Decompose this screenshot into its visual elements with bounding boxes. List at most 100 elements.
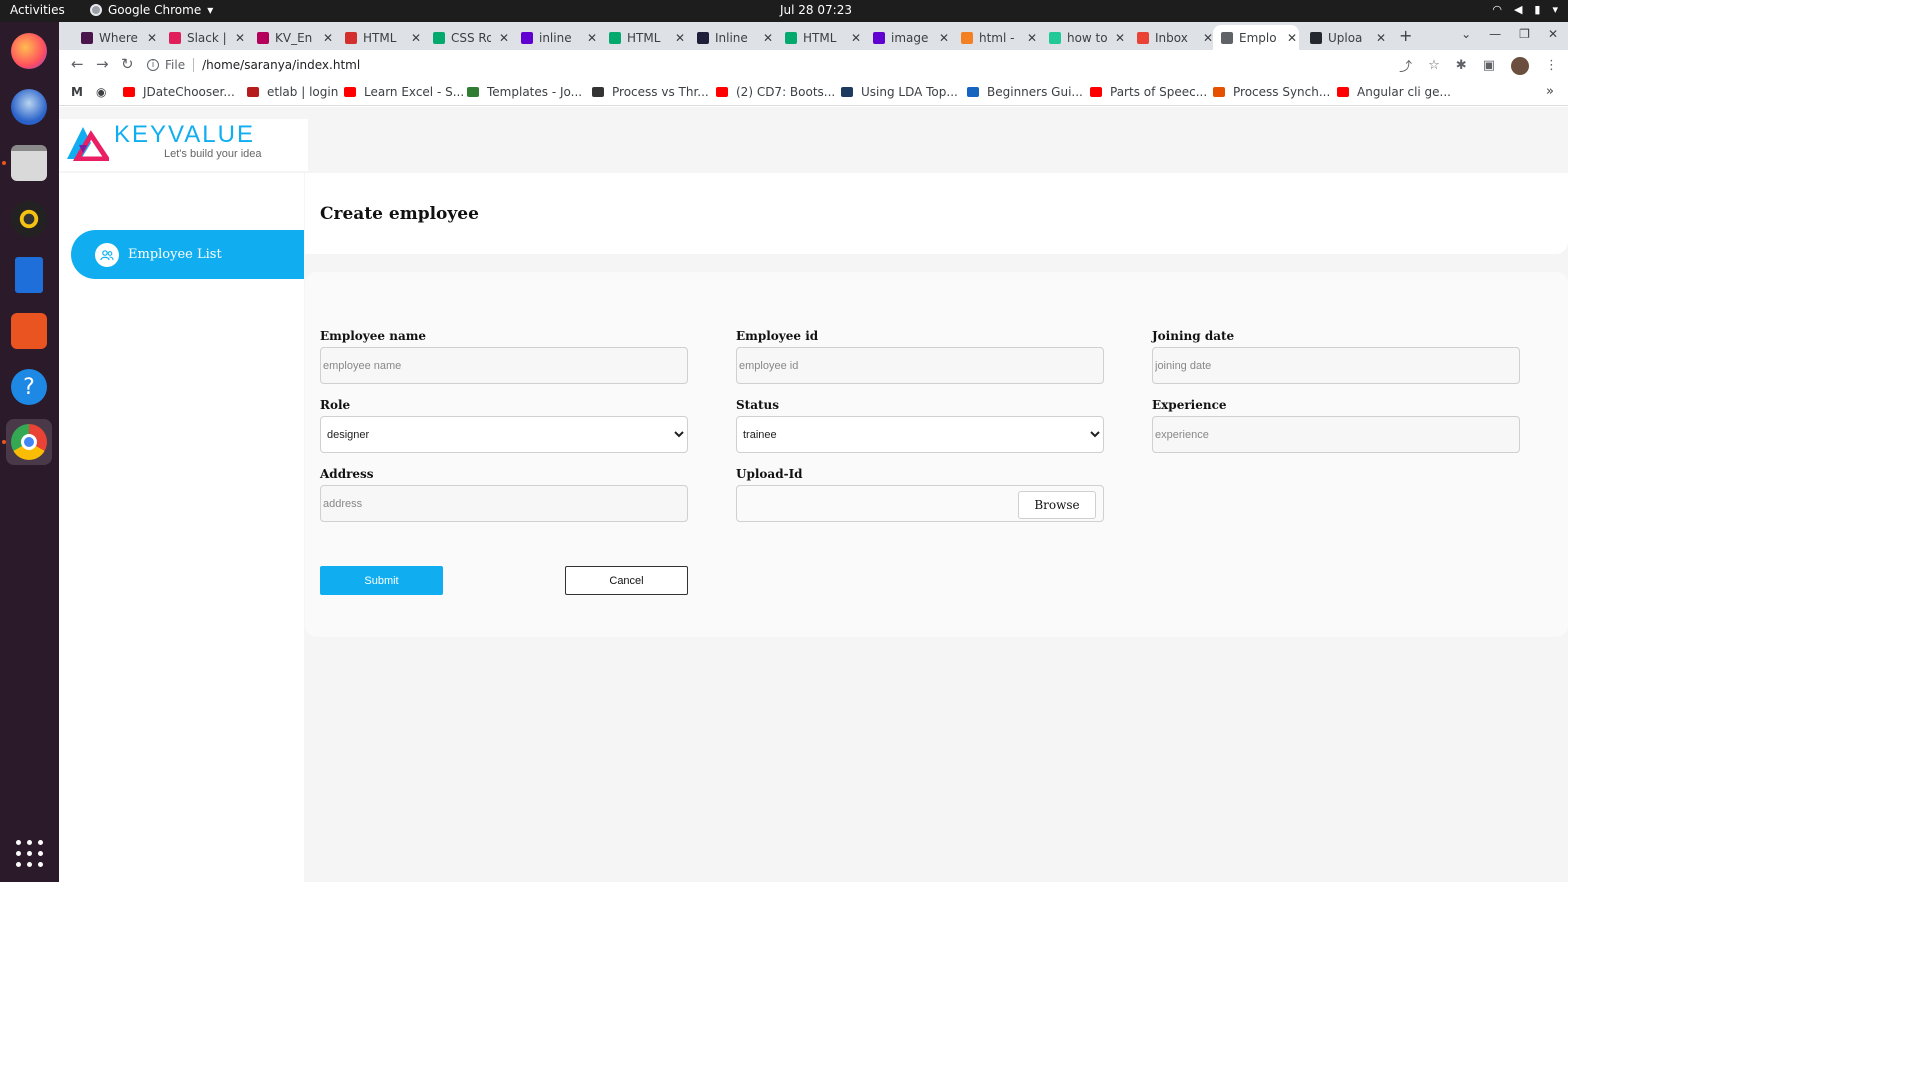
dock-software[interactable] — [6, 308, 52, 354]
bookmark-item[interactable]: Beginners Gui... — [967, 85, 1083, 99]
back-icon[interactable]: ← — [71, 55, 84, 73]
sidebar-item-employee-list[interactable]: Employee List — [71, 230, 304, 279]
bookmark-item[interactable]: Parts of Speec... — [1090, 85, 1207, 99]
forward-icon[interactable]: → — [96, 55, 109, 73]
info-icon[interactable]: i — [147, 59, 159, 71]
menu-icon[interactable]: ⋮ — [1545, 58, 1558, 73]
tab-close-icon[interactable]: ✕ — [587, 31, 597, 45]
bookmark-item[interactable]: Templates - Jo... — [467, 85, 582, 99]
browser-tab[interactable]: Where ✕ — [73, 25, 157, 50]
status-select[interactable]: trainee — [736, 416, 1104, 453]
browser-tab[interactable]: inline ✕ — [513, 25, 597, 50]
tab-favicon-icon — [257, 31, 269, 44]
bookmark-item[interactable]: Using LDA Top... — [841, 85, 958, 99]
browser-tab[interactable]: how to ✕ — [1041, 25, 1125, 50]
profile-avatar[interactable] — [1511, 56, 1529, 75]
bookmark-item[interactable]: etlab | login — [247, 85, 338, 99]
bookmark-label: Beginners Gui... — [987, 85, 1083, 99]
status-group: Status trainee — [736, 398, 1104, 453]
browser-tab[interactable]: Uploa ✕ — [1302, 25, 1386, 50]
address-input[interactable] — [320, 485, 688, 522]
dock-writer[interactable] — [6, 252, 52, 298]
bookmark-favicon-icon — [247, 87, 259, 97]
browser-tab[interactable]: Inline ✕ — [689, 25, 773, 50]
tab-close-icon[interactable]: ✕ — [1376, 31, 1386, 45]
browser-tab[interactable]: image ✕ — [865, 25, 949, 50]
upload-id-field[interactable]: Browse — [736, 485, 1104, 522]
browser-tab[interactable]: KV_En ✕ — [249, 25, 333, 50]
tab-close-icon[interactable]: ✕ — [675, 31, 685, 45]
cancel-button[interactable]: Cancel — [565, 566, 688, 595]
brand-tagline: Let's build your idea — [164, 148, 262, 160]
address-bar[interactable]: i File /home/saranya/index.html — [147, 53, 1447, 77]
browser-tab[interactable]: html - ✕ — [953, 25, 1037, 50]
tab-close-icon[interactable]: ✕ — [939, 31, 949, 45]
side-panel-icon[interactable]: ▣ — [1483, 58, 1495, 73]
browser-tab[interactable]: HTML ✕ — [337, 25, 421, 50]
bookmark-label: (2) CD7: Boots... — [736, 85, 836, 99]
browser-tab[interactable]: HTML ✕ — [777, 25, 861, 50]
new-tab-button[interactable]: + — [1399, 26, 1412, 45]
close-icon[interactable]: ✕ — [1548, 27, 1558, 41]
browser-tab[interactable]: Inbox ✕ — [1129, 25, 1213, 50]
role-select[interactable]: designer — [320, 416, 688, 453]
employee-name-input[interactable] — [320, 347, 688, 384]
browse-button[interactable]: Browse — [1018, 491, 1096, 519]
bookmark-item[interactable]: Process vs Thr... — [592, 85, 709, 99]
tab-search-icon[interactable]: ⌄ — [1461, 27, 1471, 41]
tab-close-icon[interactable]: ✕ — [411, 31, 421, 45]
experience-label: Experience — [1152, 398, 1227, 412]
show-apps-icon[interactable] — [16, 840, 44, 868]
bookmark-star-icon[interactable]: ☆ — [1428, 58, 1440, 73]
browser-tab[interactable]: HTML ✕ — [601, 25, 685, 50]
battery-icon: ▮ — [1534, 3, 1541, 16]
logo: KEYVALUE Let's build your idea — [59, 119, 308, 171]
dock-files[interactable] — [6, 140, 52, 186]
maximize-icon[interactable]: ❐ — [1519, 27, 1530, 41]
medium-bookmark-icon[interactable]: M — [71, 85, 83, 99]
tab-title: Inline — [714, 30, 748, 45]
bookmark-item[interactable]: JDateChooser... — [123, 85, 235, 99]
tab-close-icon[interactable]: ✕ — [1115, 31, 1125, 45]
bookmark-favicon-icon — [1090, 87, 1102, 97]
bookmark-item[interactable]: Angular cli ge... — [1337, 85, 1451, 99]
employee-id-input[interactable] — [736, 347, 1104, 384]
system-top-bar: Activities Google Chrome ▾ Jul 28 07:23 … — [0, 0, 1568, 22]
tab-close-icon[interactable]: ✕ — [1287, 31, 1297, 45]
submit-button[interactable]: Submit — [320, 566, 443, 595]
dock-thunderbird[interactable] — [6, 84, 52, 130]
joining-date-input[interactable] — [1152, 347, 1520, 384]
app-menu[interactable]: Google Chrome ▾ — [90, 3, 213, 17]
reload-icon[interactable]: ↻ — [121, 55, 134, 73]
bookmark-item[interactable]: Learn Excel - S... — [344, 85, 464, 99]
tab-close-icon[interactable]: ✕ — [323, 31, 333, 45]
tab-close-icon[interactable]: ✕ — [499, 31, 509, 45]
bookmark-label: JDateChooser... — [143, 85, 235, 99]
browser-tab[interactable]: Slack | ✕ — [161, 25, 245, 50]
chevron-down-icon: ▾ — [207, 3, 214, 17]
browser-tab[interactable]: CSS Ro ✕ — [425, 25, 509, 50]
dock-firefox[interactable] — [6, 28, 52, 74]
browser-tab[interactable]: Emplo ✕ — [1213, 25, 1299, 50]
tab-close-icon[interactable]: ✕ — [235, 31, 245, 45]
bookmark-item[interactable]: (2) CD7: Boots... — [716, 85, 835, 99]
dock-help[interactable]: ? — [6, 364, 52, 410]
activities-button[interactable]: Activities — [10, 3, 65, 17]
tab-close-icon[interactable]: ✕ — [1027, 31, 1037, 45]
clock[interactable]: Jul 28 07:23 — [780, 3, 852, 17]
dock-rhythmbox[interactable] — [6, 196, 52, 242]
tab-close-icon[interactable]: ✕ — [1203, 31, 1213, 45]
minimize-icon[interactable]: — — [1489, 27, 1501, 41]
globe-bookmark-icon[interactable]: ◉ — [96, 85, 106, 99]
extensions-icon[interactable]: ✱ — [1456, 58, 1467, 73]
tab-close-icon[interactable]: ✕ — [147, 31, 157, 45]
system-tray[interactable]: ◠ ◀ ▮ ▾ — [1492, 3, 1558, 16]
more-bookmarks-icon[interactable]: » — [1546, 84, 1554, 99]
share-icon[interactable]: ⤴ — [1399, 56, 1412, 75]
tab-close-icon[interactable]: ✕ — [851, 31, 861, 45]
dock-chrome[interactable] — [6, 419, 52, 465]
users-icon — [95, 242, 119, 267]
tab-close-icon[interactable]: ✕ — [763, 31, 773, 45]
bookmark-item[interactable]: Process Synch... — [1213, 85, 1330, 99]
experience-input[interactable] — [1152, 416, 1520, 453]
